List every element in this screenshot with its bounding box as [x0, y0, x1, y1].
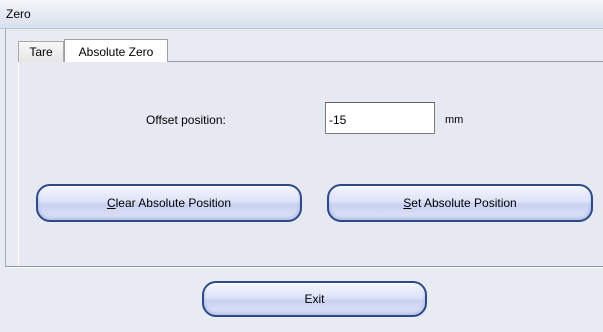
exit-button[interactable]: Exit	[202, 281, 427, 317]
window-titlebar: Zero	[0, 0, 603, 29]
clear-button-label: lear Absolute Position	[115, 196, 232, 210]
frame-left-edge	[5, 29, 6, 267]
tab-absolute-zero[interactable]: Absolute Zero	[64, 39, 168, 62]
tab-tare[interactable]: Tare	[18, 41, 64, 62]
tab-tare-label: Tare	[29, 45, 53, 59]
offset-unit-label: mm	[445, 114, 464, 126]
offset-position-label: Offset position:	[146, 113, 226, 127]
clear-absolute-position-button[interactable]: Clear Absolute Position	[36, 184, 302, 222]
panel-divider-highlight	[5, 267, 603, 268]
tab-panel-absolute-zero	[18, 61, 603, 266]
offset-position-input[interactable]	[325, 102, 435, 134]
set-absolute-position-button[interactable]: Set Absolute Position	[327, 184, 593, 222]
exit-button-label: Exit	[304, 292, 325, 306]
tab-absolute-zero-label: Absolute Zero	[78, 45, 154, 59]
window-title: Zero	[6, 7, 31, 21]
set-button-label: et Absolute Position	[411, 196, 517, 210]
clear-button-mnemonic: C	[106, 196, 116, 210]
